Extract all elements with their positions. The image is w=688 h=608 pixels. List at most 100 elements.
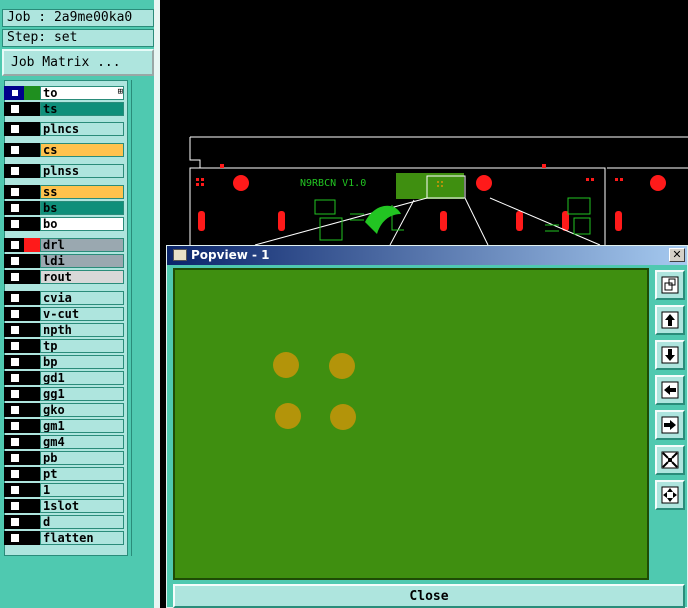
- layer-row-plncs[interactable]: plncs: [4, 122, 124, 136]
- layer-color-swatch[interactable]: [24, 307, 40, 321]
- layer-row-gd1[interactable]: gd1: [4, 371, 124, 385]
- layer-checkbox[interactable]: [10, 517, 20, 527]
- layer-checkbox[interactable]: [10, 357, 20, 367]
- zoom-in-icon[interactable]: [655, 445, 685, 475]
- layer-checkbox[interactable]: [10, 187, 20, 197]
- layer-row-bp[interactable]: bp: [4, 355, 124, 369]
- layer-row-drl[interactable]: drl: [4, 238, 124, 252]
- layer-color-swatch[interactable]: [24, 254, 40, 268]
- layer-color-swatch[interactable]: [24, 419, 40, 433]
- layer-color-swatch[interactable]: [24, 201, 40, 215]
- layer-row-to[interactable]: to ⊞: [4, 86, 124, 100]
- layer-name[interactable]: to: [40, 86, 124, 100]
- layer-checkbox[interactable]: [10, 203, 20, 213]
- zoom-out-icon[interactable]: [655, 480, 685, 510]
- layer-name[interactable]: gm4: [40, 435, 124, 449]
- layer-checkbox[interactable]: [10, 341, 20, 351]
- layer-checkbox[interactable]: [10, 469, 20, 479]
- layer-checkbox[interactable]: [10, 325, 20, 335]
- layer-name[interactable]: npth: [40, 323, 124, 337]
- layer-row-gko[interactable]: gko: [4, 403, 124, 417]
- layer-row-gm1[interactable]: gm1: [4, 419, 124, 433]
- layer-color-swatch[interactable]: [24, 499, 40, 513]
- layer-color-swatch[interactable]: [24, 86, 40, 100]
- layer-row-pb[interactable]: pb: [4, 451, 124, 465]
- popview-title-bar[interactable]: Popview - 1 ✕: [167, 246, 687, 265]
- layer-checkbox[interactable]: [10, 124, 20, 134]
- layer-row-ldi[interactable]: ldi: [4, 254, 124, 268]
- layer-name[interactable]: ss: [40, 185, 124, 199]
- layer-color-swatch[interactable]: [24, 185, 40, 199]
- job-matrix-button[interactable]: Job Matrix ...: [2, 49, 154, 76]
- layer-color-swatch[interactable]: [24, 238, 40, 252]
- layer-row-ss[interactable]: ss: [4, 185, 124, 199]
- layer-color-swatch[interactable]: [24, 371, 40, 385]
- layer-color-swatch[interactable]: [24, 217, 40, 231]
- layer-color-swatch[interactable]: [24, 164, 40, 178]
- layer-row-rout[interactable]: rout: [4, 270, 124, 284]
- close-icon[interactable]: ✕: [669, 248, 685, 262]
- layer-name[interactable]: bo: [40, 217, 124, 231]
- layer-row-bs[interactable]: bs: [4, 201, 124, 215]
- layer-checkbox[interactable]: [10, 104, 20, 114]
- layer-expand-icon[interactable]: ⊞: [118, 86, 123, 99]
- layer-checkbox[interactable]: [10, 421, 20, 431]
- layer-row-gg1[interactable]: gg1: [4, 387, 124, 401]
- layer-checkbox[interactable]: [10, 501, 20, 511]
- layer-checkbox[interactable]: [10, 219, 20, 229]
- pan-right-icon[interactable]: [655, 410, 685, 440]
- close-button[interactable]: Close: [173, 584, 685, 608]
- layer-name[interactable]: d: [40, 515, 124, 529]
- layer-color-swatch[interactable]: [24, 122, 40, 136]
- pan-down-icon[interactable]: [655, 340, 685, 370]
- layer-name[interactable]: v-cut: [40, 307, 124, 321]
- layer-name[interactable]: gg1: [40, 387, 124, 401]
- layer-checkbox[interactable]: [10, 373, 20, 383]
- layer-name[interactable]: plnss: [40, 164, 124, 178]
- layer-row-cs[interactable]: cs: [4, 143, 124, 157]
- layer-color-swatch[interactable]: [24, 515, 40, 529]
- layer-color-swatch[interactable]: [24, 403, 40, 417]
- layer-color-swatch[interactable]: [24, 323, 40, 337]
- layer-row-v-cut[interactable]: v-cut: [4, 307, 124, 321]
- layer-name[interactable]: cvia: [40, 291, 124, 305]
- layer-row-cvia[interactable]: cvia: [4, 291, 124, 305]
- layer-row-bo[interactable]: bo: [4, 217, 124, 231]
- layer-row-npth[interactable]: npth: [4, 323, 124, 337]
- layer-checkbox[interactable]: [10, 272, 20, 282]
- layer-color-swatch[interactable]: [24, 531, 40, 545]
- layer-checkbox[interactable]: [10, 240, 20, 250]
- popview-canvas[interactable]: [173, 268, 649, 580]
- layer-name[interactable]: gm1: [40, 419, 124, 433]
- layer-name[interactable]: drl: [40, 238, 124, 252]
- layer-name[interactable]: cs: [40, 143, 124, 157]
- layer-list-scrollbar[interactable]: [131, 80, 154, 556]
- layer-checkbox[interactable]: [10, 293, 20, 303]
- layer-color-swatch[interactable]: [24, 387, 40, 401]
- layer-name[interactable]: pb: [40, 451, 124, 465]
- layer-checkbox[interactable]: [10, 145, 20, 155]
- layer-color-swatch[interactable]: [24, 143, 40, 157]
- layer-name[interactable]: bs: [40, 201, 124, 215]
- layer-row-flatten[interactable]: flatten: [4, 531, 124, 545]
- layer-checkbox[interactable]: [10, 309, 20, 319]
- layer-row-d[interactable]: d: [4, 515, 124, 529]
- layer-checkbox[interactable]: [10, 88, 20, 98]
- pan-up-icon[interactable]: [655, 305, 685, 335]
- layer-row-1[interactable]: 1: [4, 483, 124, 497]
- layer-name[interactable]: ts: [40, 102, 124, 116]
- layer-name[interactable]: flatten: [40, 531, 124, 545]
- zoom-fit-icon[interactable]: [655, 270, 685, 300]
- layer-name[interactable]: pt: [40, 467, 124, 481]
- layer-color-swatch[interactable]: [24, 270, 40, 284]
- pan-left-icon[interactable]: [655, 375, 685, 405]
- layer-checkbox[interactable]: [10, 405, 20, 415]
- layer-color-swatch[interactable]: [24, 339, 40, 353]
- layer-name[interactable]: ldi: [40, 254, 124, 268]
- layer-checkbox[interactable]: [10, 437, 20, 447]
- layer-name[interactable]: 1: [40, 483, 124, 497]
- layer-color-swatch[interactable]: [24, 467, 40, 481]
- layer-name[interactable]: gd1: [40, 371, 124, 385]
- layer-checkbox[interactable]: [10, 453, 20, 463]
- layer-name[interactable]: 1slot: [40, 499, 124, 513]
